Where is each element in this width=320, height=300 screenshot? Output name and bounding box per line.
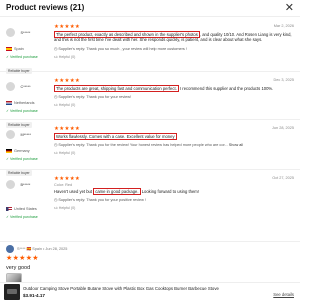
review-date: Mar 2, 2026 <box>273 24 294 28</box>
highlighted-text: came in good package. <box>93 188 141 195</box>
supplier-reply: ◷ Supplier's reply: Thank you for your r… <box>54 95 131 100</box>
verified-badge: ✓ Verified purchase <box>6 215 38 219</box>
reviewer-info: S***** Spain ✓ Verified purchase Reliabl… <box>6 24 48 77</box>
avatar <box>6 245 14 253</box>
product-bar: Outdoor Camping Stove Portable Butane St… <box>0 282 300 300</box>
verified-badge: ✓ Verified purchase <box>6 157 38 161</box>
reviewer-name: C***** <box>20 84 31 89</box>
supplier-reply: ◷ Supplier's reply: Thank you for the re… <box>54 143 244 148</box>
avatar <box>6 28 15 38</box>
helpful-button[interactable]: 👍︎ Helpful (0) <box>54 103 294 107</box>
page-title: Product reviews (21) <box>6 3 85 12</box>
see-details-link[interactable]: See details <box>273 292 294 297</box>
reviewer-info: B***** United States ✓ Verified purchase <box>6 176 48 219</box>
avatar <box>6 82 15 92</box>
review-item: B***** United States ✓ Verified purchase… <box>0 170 300 242</box>
review-text: The perfect product, exactly as describe… <box>54 31 292 43</box>
rating-stars: ★★★★★ <box>54 24 81 30</box>
avatar <box>6 180 15 190</box>
reviewer-country: Germany <box>6 149 48 153</box>
review-text: Haven't used yet but came in good packag… <box>54 188 199 195</box>
review-text: Works flawlessly. Comes with a case. Exc… <box>54 133 294 140</box>
review-text: very good <box>6 265 31 271</box>
reviewer-name: B***** <box>20 182 31 187</box>
variant-label: Color: Red <box>54 183 73 187</box>
review-date: Dec 3, 2025 <box>273 78 294 82</box>
review-date: Jun 28, 2025 <box>272 126 294 130</box>
product-price: $3.91-4.17 <box>23 293 45 298</box>
highlighted-text: The products are great, shipping fast an… <box>54 85 179 92</box>
product-thumbnail[interactable] <box>4 284 20 300</box>
review-text: The products are great, shipping fast an… <box>54 85 274 92</box>
reviewer-meta: S**** 🇪🇸 Spain • Jun 28, 2025 <box>17 247 68 251</box>
highlighted-text: Works flawlessly. Comes with a case. Exc… <box>54 133 177 140</box>
supplier-reply: ◷ Supplier's reply: Thank you for your p… <box>54 198 146 203</box>
verified-badge: ✓ Verified purchase <box>6 55 38 59</box>
flag-icon <box>6 47 12 51</box>
review-item: C***** Netherlands ✓ Verified purchase R… <box>0 72 300 128</box>
flag-icon <box>6 149 12 153</box>
rating-stars: ★★★★★ <box>54 176 81 182</box>
close-icon[interactable]: ✕ <box>285 1 294 15</box>
modal-header: Product reviews (21) ✕ <box>0 0 300 17</box>
rating-stars: ★★★★★ <box>54 126 81 132</box>
review-item: S***** Spain ✓ Verified purchase Reliabl… <box>0 18 300 74</box>
helpful-button[interactable]: 👍︎ Helpful (0) <box>54 151 294 155</box>
verified-badge: ✓ Verified purchase <box>6 109 38 113</box>
review-item: M***** Germany ✓ Verified purchase Relia… <box>0 120 300 176</box>
helpful-button[interactable]: 👍︎ Helpful (0) <box>54 206 294 210</box>
reviewer-country: Spain <box>6 47 48 51</box>
flag-icon <box>6 207 12 211</box>
show-all-link[interactable]: Show all <box>229 143 243 147</box>
reviewer-name: S***** <box>20 30 31 35</box>
rating-stars: ★★★★★ <box>54 78 81 84</box>
rating-stars: ★★★★★ <box>6 255 39 262</box>
product-name: Outdoor Camping Stove Portable Butane St… <box>23 286 219 291</box>
helpful-button[interactable]: 👍︎ Helpful (0) <box>54 55 294 59</box>
flag-icon <box>6 101 12 105</box>
reviewer-country: United States <box>6 207 48 211</box>
reviewer-country: Netherlands <box>6 101 48 105</box>
avatar <box>6 130 15 140</box>
reviewer-name: M***** <box>20 132 32 137</box>
review-date: Oct 27, 2025 <box>272 176 294 180</box>
supplier-reply: ◷ Supplier's reply: Thank you so much , … <box>54 46 187 51</box>
